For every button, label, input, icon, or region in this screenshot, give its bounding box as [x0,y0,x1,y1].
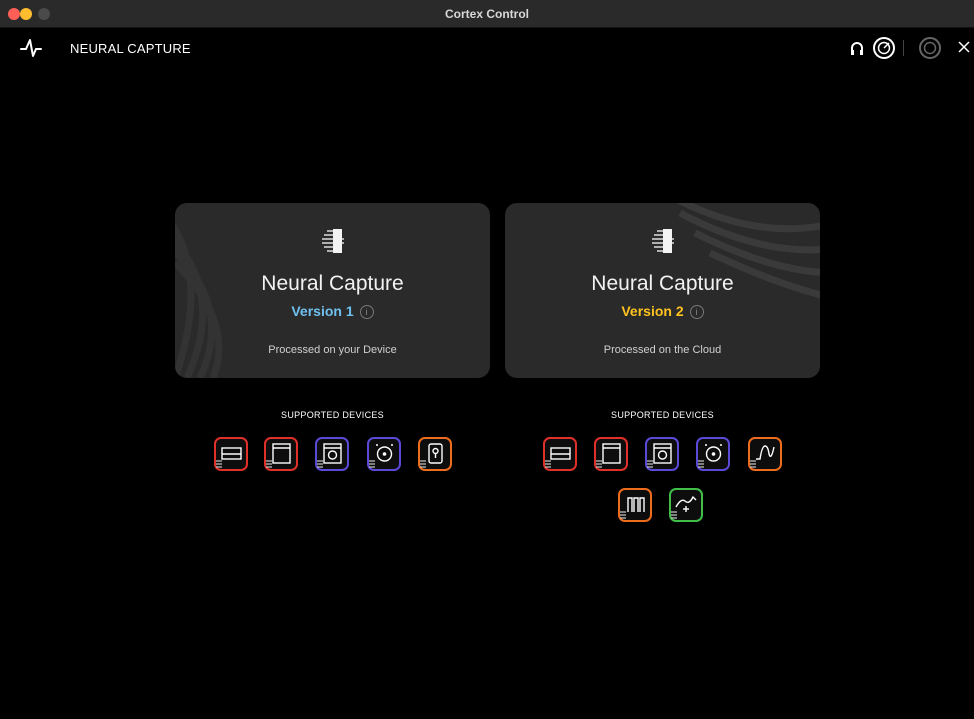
card-version: Version 1 i [175,303,490,319]
header-divider [903,40,904,56]
supported-devices-label: SUPPORTED DEVICES [611,410,714,420]
version-label: Version 1 [291,303,354,319]
card-title: Neural Capture [591,272,734,295]
waveform-icon[interactable] [748,437,782,471]
info-icon[interactable]: i [689,305,704,319]
amp-icon[interactable] [214,437,248,471]
cab-icon[interactable] [264,437,298,471]
pedal-icon[interactable] [418,437,452,471]
speaker-cab-icon[interactable] [645,437,679,471]
card-subtitle: Processed on your Device [268,344,397,356]
speaker-cab-icon[interactable] [315,437,349,471]
window-title: Cortex Control [445,7,529,21]
cab-icon[interactable] [594,437,628,471]
window-titlebar: Cortex Control [0,0,974,28]
neural-capture-logo-icon [652,229,674,253]
eq-icon[interactable] [618,488,652,522]
page-title: NEURAL CAPTURE [70,41,191,56]
device-knob-icon[interactable] [872,36,896,60]
speaker-icon[interactable] [696,437,730,471]
modulation-icon[interactable] [669,488,703,522]
card-version: Version 2 i [505,303,820,319]
amp-icon[interactable] [543,437,577,471]
waveform-logo-icon[interactable] [20,36,42,60]
neural-capture-v2-card[interactable]: Neural Capture Version 2 i Processed on t… [505,203,820,378]
device-knob-dim-icon[interactable] [918,36,942,60]
headphones-icon[interactable] [850,36,864,60]
info-icon[interactable]: i [359,305,374,319]
neural-capture-logo-icon [322,229,344,253]
card-title: Neural Capture [261,272,404,295]
speaker-icon[interactable] [367,437,401,471]
supported-devices-label: SUPPORTED DEVICES [281,410,384,420]
version-label: Version 2 [621,303,684,319]
neural-capture-v1-card[interactable]: Neural Capture Version 1 i Processed on y… [175,203,490,378]
close-icon[interactable] [957,36,971,60]
card-subtitle: Processed on the Cloud [603,344,722,356]
